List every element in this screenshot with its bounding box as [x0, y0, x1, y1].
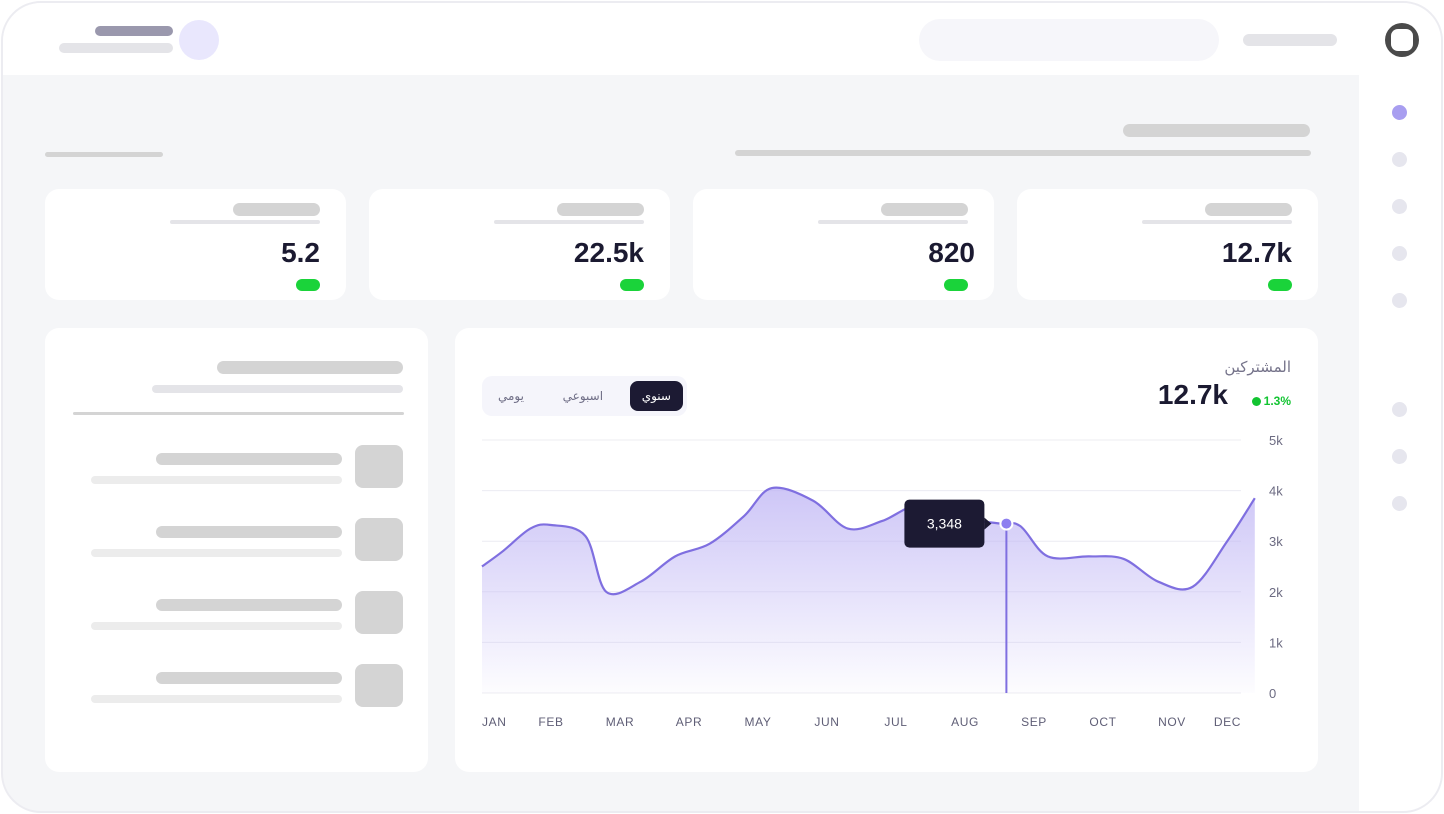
x-tick-label: AUG — [951, 715, 979, 729]
highlight-point[interactable] — [999, 516, 1014, 531]
stat-value: 12.7k — [1221, 237, 1292, 268]
stat-label-placeholder — [557, 203, 644, 216]
stat-label-placeholder — [233, 203, 320, 216]
x-tick-label: JAN — [482, 715, 506, 729]
stat-card-2: 820 — [693, 189, 994, 300]
list-item-title-placeholder — [156, 526, 342, 538]
user-avatar-icon[interactable] — [1385, 23, 1419, 57]
x-tick-label: MAR — [606, 715, 634, 729]
list-subtitle-placeholder — [152, 385, 403, 393]
sidebar-item-6[interactable] — [1392, 402, 1407, 417]
sidebar-item-3[interactable] — [1392, 199, 1407, 214]
subscribers-area — [482, 487, 1255, 693]
avatar-inner — [1391, 29, 1413, 51]
x-tick-label: SEP — [1021, 715, 1047, 729]
list-item-subtitle-placeholder — [91, 549, 342, 557]
x-tick-label: OCT — [1089, 715, 1116, 729]
list-divider — [73, 412, 404, 415]
y-tick-label: 0 — [1269, 686, 1276, 701]
stat-value: 5.2 — [281, 237, 320, 268]
stat-card-4: 5.2 — [45, 189, 346, 300]
stat-value: 22.5k — [573, 237, 644, 268]
y-tick-label: 3k — [1269, 534, 1283, 549]
sidebar-item-7[interactable] — [1392, 449, 1407, 464]
x-tick-label: JUN — [814, 715, 839, 729]
list-title-placeholder — [217, 361, 403, 374]
page-title-placeholder — [1123, 124, 1310, 137]
stat-sublabel-placeholder — [1142, 220, 1292, 224]
list-item-title-placeholder — [156, 453, 342, 465]
subscribers-chart-card: المشتركين 12.7k 1.3% يومي اسبوعي سنوي 01… — [455, 328, 1318, 772]
list-item-title-placeholder — [156, 599, 342, 611]
tooltip-value: 3,348 — [927, 516, 962, 532]
sidebar-item-1[interactable] — [1392, 105, 1407, 120]
page-meta-placeholder — [45, 152, 163, 157]
line-chart: 0 1k 2k 3k 4k 5k JAN FEB MAR APR MAY JUN JUL AUG SEP OC… — [481, 433, 1283, 729]
sidebar-item-8[interactable] — [1392, 496, 1407, 511]
list-item-subtitle-placeholder — [91, 476, 342, 484]
stat-card-3: 22.5k — [369, 189, 670, 300]
list-item-thumbnail — [355, 664, 403, 707]
y-tick-label: 4k — [1269, 484, 1283, 499]
search-input[interactable] — [919, 19, 1219, 61]
list-item-thumbnail — [355, 518, 403, 561]
brand-name-placeholder — [95, 26, 173, 36]
x-tick-label: DEC — [1214, 715, 1241, 729]
stat-trend-badge — [1268, 279, 1292, 291]
brand-subtitle-placeholder — [59, 43, 173, 53]
sidebar-item-5[interactable] — [1392, 293, 1407, 308]
logo-circle-icon — [179, 20, 219, 60]
sidebar — [1359, 75, 1441, 811]
activity-list-card — [45, 328, 428, 772]
user-name-placeholder — [1243, 34, 1337, 46]
y-tick-label: 1k — [1269, 635, 1283, 650]
list-item-title-placeholder — [156, 672, 342, 684]
list-item-thumbnail — [355, 591, 403, 634]
x-tick-label: APR — [676, 715, 702, 729]
stat-trend-badge — [620, 279, 644, 291]
stat-sublabel-placeholder — [494, 220, 644, 224]
list-item-subtitle-placeholder — [91, 695, 342, 703]
stat-trend-badge — [296, 279, 320, 291]
stat-value: 820 — [928, 237, 975, 268]
y-tick-label: 2k — [1269, 585, 1283, 600]
list-item-subtitle-placeholder — [91, 622, 342, 630]
x-tick-label: FEB — [538, 715, 563, 729]
stat-label-placeholder — [881, 203, 968, 216]
sidebar-item-2[interactable] — [1392, 152, 1407, 167]
y-tick-label: 5k — [1269, 433, 1283, 448]
sidebar-item-4[interactable] — [1392, 246, 1407, 261]
stat-trend-badge — [944, 279, 968, 291]
stat-sublabel-placeholder — [170, 220, 320, 224]
list-item-thumbnail — [355, 445, 403, 488]
stat-label-placeholder — [1205, 203, 1292, 216]
x-tick-label: JUL — [884, 715, 907, 729]
x-tick-label: MAY — [745, 715, 772, 729]
top-bar — [3, 3, 1441, 75]
stat-sublabel-placeholder — [818, 220, 968, 224]
x-tick-label: NOV — [1158, 715, 1186, 729]
page-subtitle-placeholder — [735, 150, 1311, 156]
stat-card-1: 12.7k — [1017, 189, 1318, 300]
